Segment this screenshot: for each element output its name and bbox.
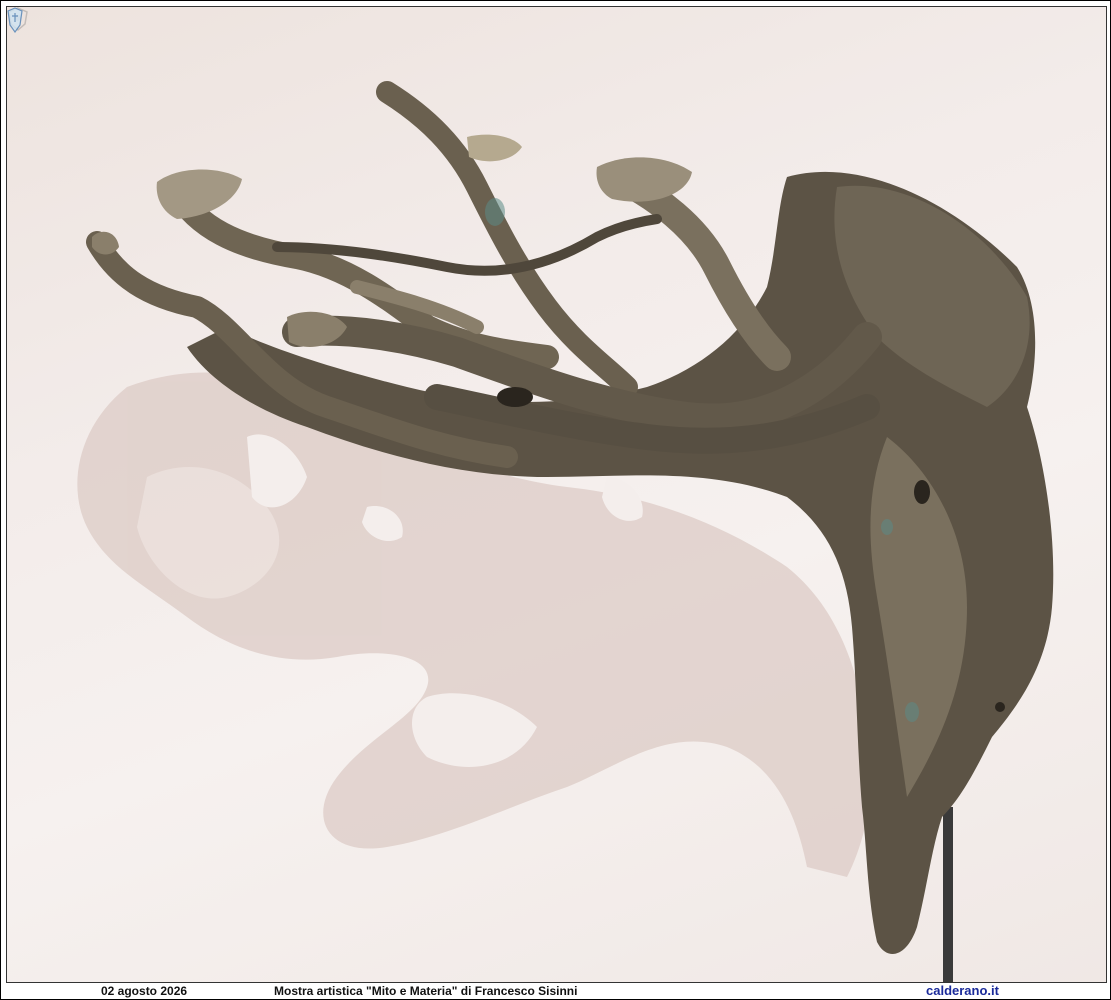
crest-icon (7, 7, 23, 33)
caption-title: Mostra artistica "Mito e Materia" di Fra… (274, 984, 578, 998)
photo (6, 6, 1107, 983)
photo-frame: 02 agosto 2026 Mostra artistica "Mito e … (0, 0, 1111, 1000)
caption-site-link[interactable]: calderano.it (926, 984, 999, 998)
caption-bar: 02 agosto 2026 Mostra artistica "Mito e … (6, 984, 1107, 998)
sculpture-photo (77, 81, 1054, 982)
caption-date: 02 agosto 2026 (101, 984, 188, 998)
sculpture-stand (943, 807, 953, 982)
